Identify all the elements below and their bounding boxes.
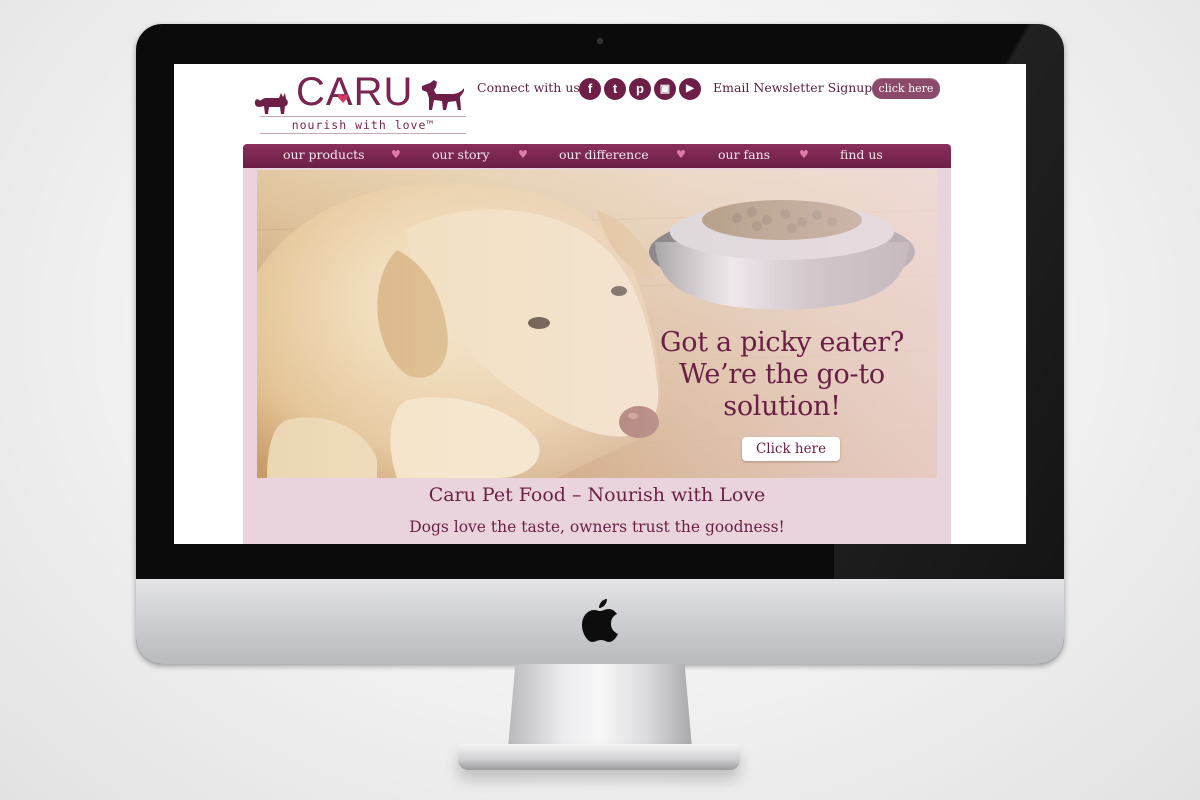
main-nav: our products ♥ our story ♥ our differenc… <box>243 144 951 168</box>
page-title: Caru Pet Food – Nourish with Love <box>428 484 766 506</box>
newsletter-signup-button[interactable]: click here <box>872 78 940 99</box>
connect-label: Connect with us <box>477 80 580 95</box>
newsletter-label: Email Newsletter Signup <box>713 80 873 95</box>
page-subtitle: Dogs love the taste, owners trust the go… <box>409 518 785 536</box>
content-area: Got a picky eater? We’re the go-to solut… <box>243 168 951 544</box>
monitor-chin <box>136 579 1064 664</box>
hero-photo-dog-and-bowl <box>257 170 937 478</box>
youtube-icon[interactable]: ▶ <box>679 78 701 100</box>
nav-separator-heart-icon: ♥ <box>518 148 528 161</box>
pinterest-icon[interactable]: p <box>629 78 651 100</box>
hero-headline-line: solution! <box>723 391 841 422</box>
nav-item-our-fans[interactable]: our fans <box>718 147 770 162</box>
nav-item-our-difference[interactable]: our difference <box>559 147 649 162</box>
heart-icon <box>338 94 348 103</box>
hero-click-here-button[interactable]: Click here <box>742 437 840 461</box>
monitor-stand-neck <box>508 664 692 748</box>
facebook-icon[interactable]: f <box>579 78 601 100</box>
hero-headline-line: Got a picky eater? <box>659 327 905 358</box>
nav-item-our-products[interactable]: our products <box>283 147 365 162</box>
camera-icon <box>597 38 603 44</box>
logo-tagline: nourish with love™ <box>260 116 466 134</box>
screen: CARU nourish with love™ Connect with us … <box>174 64 1026 544</box>
nav-separator-heart-icon: ♥ <box>676 148 686 161</box>
caru-logo[interactable]: CARU nourish with love™ <box>252 70 470 138</box>
nav-separator-heart-icon: ♥ <box>799 148 809 161</box>
brand-wordmark: CARU <box>296 70 414 114</box>
monitor-stand-foot <box>458 744 740 770</box>
hero-headline-line: We’re the go-to <box>679 359 885 390</box>
nav-item-find-us[interactable]: find us <box>840 147 883 162</box>
twitter-icon[interactable]: t <box>604 78 626 100</box>
dog-icon <box>422 80 464 110</box>
hero-headline: Got a picky eater? We’re the go-to solut… <box>627 327 937 423</box>
hero-banner: Got a picky eater? We’re the go-to solut… <box>257 170 937 478</box>
nav-item-our-story[interactable]: our story <box>432 147 490 162</box>
nav-separator-heart-icon: ♥ <box>391 148 401 161</box>
apple-logo-icon <box>582 599 618 642</box>
instagram-icon[interactable]: ▣ <box>654 78 676 100</box>
cat-icon <box>254 93 288 114</box>
